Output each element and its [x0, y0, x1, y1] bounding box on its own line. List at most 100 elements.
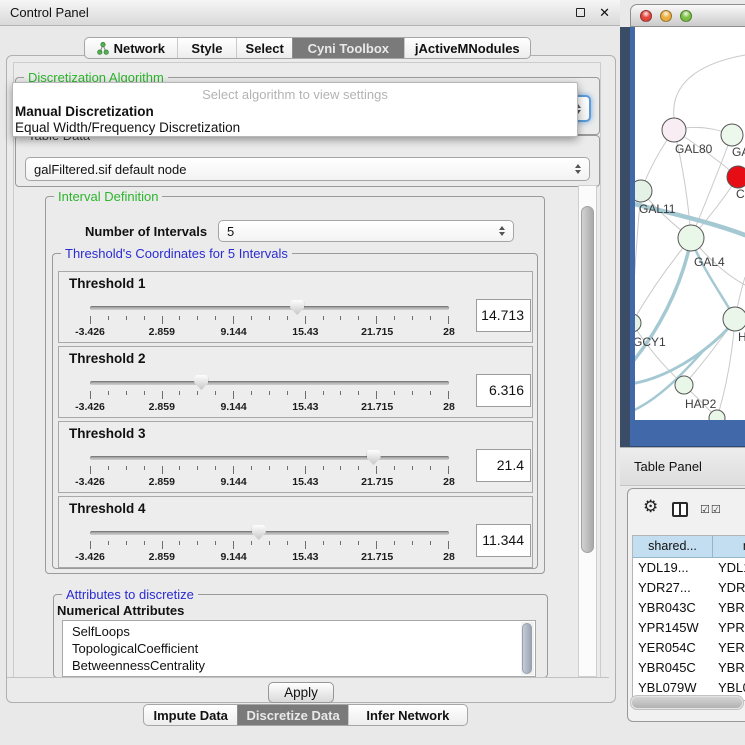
threshold-slider[interactable]: -3.4262.8599.14415.4321.71528: [90, 375, 449, 417]
network-node-label: HAP2: [685, 397, 717, 411]
network-node[interactable]: [635, 314, 641, 332]
network-node-label: H: [738, 330, 745, 344]
threshold-slider[interactable]: -3.4262.8599.14415.4321.71528: [90, 300, 449, 342]
network-window-titlebar[interactable]: [630, 4, 745, 27]
network-node[interactable]: [678, 225, 704, 251]
table-data-combobox[interactable]: galFiltered.sif default node: [25, 157, 590, 181]
minimize-traffic-light-icon[interactable]: [660, 10, 672, 22]
node-table[interactable]: shared... n... YDL19...YDL1...YDR27...YD…: [632, 535, 745, 701]
table-horizontal-scrollbar[interactable]: [630, 695, 744, 710]
threshold-label: Threshold 3: [69, 426, 146, 441]
network-edge[interactable]: [635, 238, 691, 323]
number-of-intervals-combobox[interactable]: 5: [218, 220, 514, 242]
table-row[interactable]: YPR145WYPR1...: [633, 618, 745, 638]
threshold-slider[interactable]: -3.4262.8599.14415.4321.71528: [90, 450, 449, 492]
table-cell: YDR2...: [713, 578, 745, 598]
network-edge[interactable]: [717, 319, 735, 418]
table-cell: YPR1...: [713, 618, 745, 638]
screen: GAL80GAGAL11CGAL4GCY1HHAP2 Table Panel ⚙…: [0, 0, 745, 745]
table-cell: YBR0...: [713, 658, 745, 678]
threshold-value-field[interactable]: 6.316: [476, 374, 531, 407]
network-edge[interactable]: [674, 55, 745, 118]
threshold-row: Threshold 1 -3.4262.8599.14415.4321.7152…: [58, 271, 533, 343]
tab-discretize-data[interactable]: Discretize Data: [237, 705, 347, 725]
scrollbar-thumb[interactable]: [632, 697, 742, 708]
network-node-label: GCY1: [635, 335, 666, 349]
slider-scale: -3.4262.8599.14415.4321.71528: [90, 326, 449, 339]
table-panel-header: Table Panel: [620, 447, 745, 486]
scrollbar-thumb[interactable]: [522, 623, 532, 674]
slider-thumb[interactable]: [290, 300, 304, 315]
list-item[interactable]: TopologicalCoefficient: [72, 640, 535, 657]
dropdown-option-manual-discretization[interactable]: Manual Discretization: [13, 104, 577, 120]
slider-thumb[interactable]: [252, 525, 266, 540]
table-row[interactable]: YBR045CYBR0...: [633, 658, 745, 678]
column-header-name[interactable]: n...: [713, 536, 745, 558]
close-traffic-light-icon[interactable]: [640, 10, 652, 22]
network-graph[interactable]: GAL80GAGAL11CGAL4GCY1HHAP2: [635, 27, 745, 420]
network-node[interactable]: [721, 124, 743, 146]
slider-scale: -3.4262.8599.14415.4321.71528: [90, 401, 449, 414]
network-node[interactable]: [723, 307, 745, 331]
network-edge[interactable]: [635, 321, 735, 384]
tab-impute-data-label: Impute Data: [154, 708, 228, 723]
table-row[interactable]: YDL19...YDL1...: [633, 558, 745, 578]
numerical-attributes-list[interactable]: SelfLoops TopologicalCoefficient Between…: [62, 620, 536, 677]
tab-jactivemnodules[interactable]: jActiveMNodules: [404, 38, 530, 58]
threshold-value-field[interactable]: 21.4: [476, 449, 531, 482]
threshold-value-field[interactable]: 14.713: [476, 299, 531, 332]
tab-infer-network-label: Infer Network: [366, 708, 449, 723]
table-panel-card: ⚙ ☑☑ shared... n... YDL19...YDL1...YDR27…: [627, 488, 745, 722]
network-node[interactable]: [662, 118, 686, 142]
list-item[interactable]: BetweennessCentrality: [72, 657, 535, 674]
table-header-row: shared... n...: [633, 536, 745, 558]
table-panel-title: Table Panel: [634, 459, 702, 474]
table-cell: YER054C: [633, 638, 713, 658]
network-node[interactable]: [635, 180, 652, 202]
network-node[interactable]: [727, 166, 745, 188]
network-tree-icon: [97, 42, 109, 55]
tab-jactivemnodules-label: jActiveMNodules: [415, 41, 520, 56]
threshold-row: Threshold 4 -3.4262.8599.14415.4321.7152…: [58, 496, 533, 568]
slider-track[interactable]: [90, 381, 449, 385]
tab-select[interactable]: Select: [236, 38, 292, 58]
threshold-value-field[interactable]: 11.344: [476, 524, 531, 557]
network-edge[interactable]: [691, 240, 735, 319]
slider-ticks: [90, 541, 449, 549]
algorithm-dropdown-popup: Select algorithm to view settings Manual…: [12, 82, 578, 137]
gear-icon[interactable]: ⚙: [643, 498, 658, 515]
columns-icon[interactable]: [672, 502, 688, 517]
slider-track[interactable]: [90, 531, 449, 535]
tab-network[interactable]: Network: [85, 38, 177, 58]
network-node[interactable]: [675, 376, 693, 394]
slider-ticks: [90, 466, 449, 474]
table-row[interactable]: YER054CYER0...: [633, 638, 745, 658]
scrollbar-thumb[interactable]: [581, 206, 594, 553]
close-icon[interactable]: ✕: [599, 6, 610, 19]
tab-style[interactable]: Style: [177, 38, 237, 58]
threshold-slider[interactable]: -3.4262.8599.14415.4321.71528: [90, 525, 449, 567]
apply-button[interactable]: Apply: [268, 682, 334, 703]
table-cell: YBR045C: [633, 658, 713, 678]
list-scrollbar[interactable]: [521, 622, 534, 675]
table-row[interactable]: YDR27...YDR2...: [633, 578, 745, 598]
slider-ticks: [90, 391, 449, 399]
slider-thumb[interactable]: [194, 375, 208, 390]
dropdown-option-equal-width-frequency[interactable]: Equal Width/Frequency Discretization: [13, 120, 577, 136]
threshold-label: Threshold 2: [69, 351, 146, 366]
slider-track[interactable]: [90, 306, 449, 310]
tab-impute-data[interactable]: Impute Data: [144, 705, 237, 725]
group-title-attributes: Attributes to discretize: [62, 587, 198, 602]
table-row[interactable]: YBR043CYBR0...: [633, 598, 745, 618]
float-window-icon[interactable]: [576, 8, 585, 17]
network-canvas[interactable]: GAL80GAGAL11CGAL4GCY1HHAP2: [635, 27, 745, 420]
panel-vertical-scrollbar[interactable]: [578, 185, 597, 677]
tab-cyni-toolbox[interactable]: Cyni Toolbox: [292, 38, 404, 58]
column-header-shared-name[interactable]: shared...: [633, 536, 713, 558]
tab-infer-network[interactable]: Infer Network: [348, 705, 467, 725]
slider-track[interactable]: [90, 456, 449, 460]
zoom-traffic-light-icon[interactable]: [680, 10, 692, 22]
list-item[interactable]: SelfLoops: [72, 623, 535, 640]
checkboxes-icon[interactable]: ☑☑: [700, 503, 722, 516]
slider-thumb[interactable]: [367, 450, 381, 465]
